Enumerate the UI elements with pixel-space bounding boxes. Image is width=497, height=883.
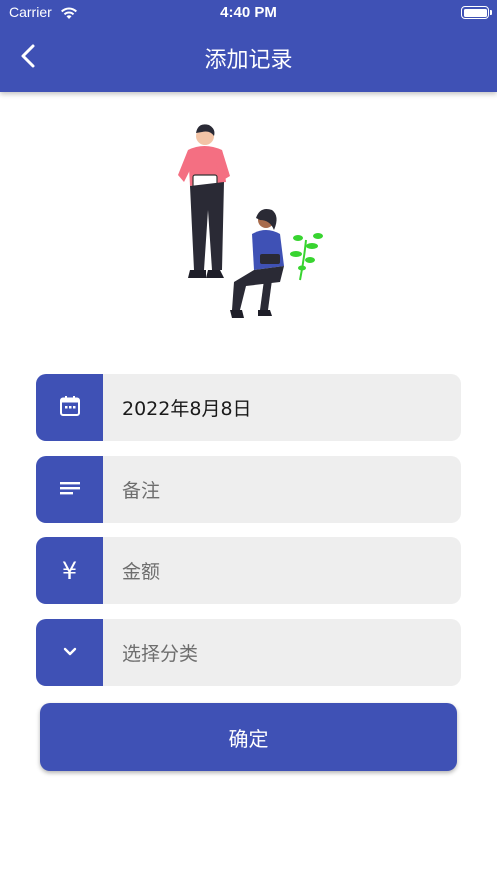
- date-value: 2022年8月8日: [122, 398, 252, 420]
- app-header: Carrier 4:40 PM 添加记录: [0, 0, 497, 92]
- amount-input[interactable]: 金额: [103, 537, 461, 604]
- amount-field[interactable]: ¥ 金额: [36, 537, 461, 604]
- chevron-down-icon: [62, 643, 78, 662]
- page-title: 添加记录: [204, 48, 293, 73]
- confirm-button[interactable]: 确定: [40, 703, 457, 771]
- date-field-body[interactable]: 2022年8月8日: [103, 374, 461, 441]
- date-field-icon-box: [36, 374, 103, 441]
- notes-icon: [58, 476, 82, 504]
- note-placeholder: 备注: [122, 480, 161, 502]
- people-illustration: [160, 120, 340, 340]
- calendar-icon: [58, 394, 82, 422]
- note-field[interactable]: 备注: [36, 456, 461, 523]
- category-select[interactable]: 选择分类: [103, 619, 461, 686]
- battery-icon: [461, 6, 489, 19]
- amount-field-icon-box: ¥: [36, 537, 103, 604]
- category-field-icon-box: [36, 619, 103, 686]
- status-time: 4:40 PM: [220, 4, 277, 21]
- category-placeholder: 选择分类: [122, 643, 199, 665]
- date-field[interactable]: 2022年8月8日: [36, 374, 461, 441]
- note-field-icon-box: [36, 456, 103, 523]
- category-field[interactable]: 选择分类: [36, 619, 461, 686]
- amount-placeholder: 金额: [122, 561, 161, 583]
- battery-tip: [490, 10, 492, 15]
- note-input[interactable]: 备注: [103, 456, 461, 523]
- yen-icon: ¥: [61, 556, 78, 585]
- status-bar: Carrier 4:40 PM: [0, 0, 497, 26]
